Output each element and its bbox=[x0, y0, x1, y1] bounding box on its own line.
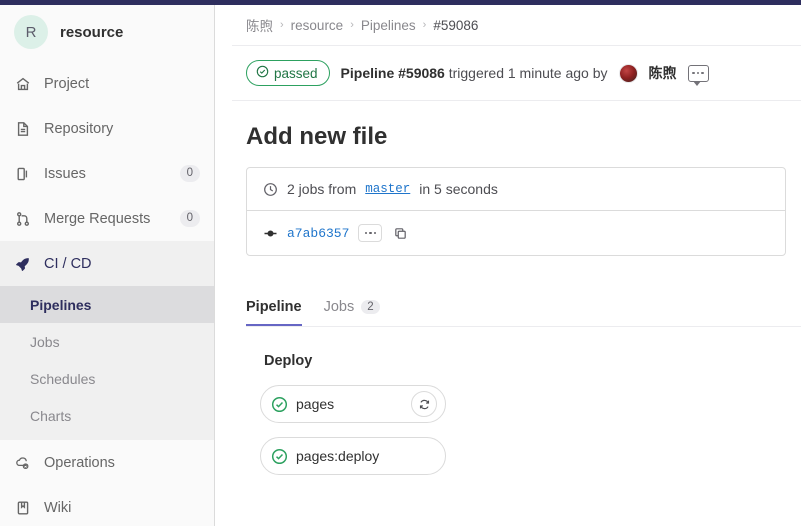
commit-node-icon bbox=[263, 226, 278, 241]
project-name: resource bbox=[60, 23, 124, 41]
sidebar-item-merge-requests[interactable]: Merge Requests 0 bbox=[0, 196, 214, 241]
breadcrumb-item-pipelines[interactable]: Pipelines bbox=[361, 18, 416, 33]
job-pill-pages-deploy[interactable]: pages:deploy bbox=[260, 437, 446, 475]
breadcrumb: 陈煦 › resource › Pipelines › #59086 bbox=[232, 5, 801, 45]
sidebar-item-charts[interactable]: Charts bbox=[0, 397, 214, 434]
sidebar-item-label: Issues bbox=[44, 165, 86, 182]
sidebar-item-issues[interactable]: Issues 0 bbox=[0, 151, 214, 196]
cloud-gear-icon bbox=[14, 454, 32, 472]
tab-label: Pipeline bbox=[246, 299, 302, 315]
check-circle-icon bbox=[256, 65, 269, 81]
pipeline-tabs: Pipeline Jobs 2 bbox=[246, 289, 801, 327]
sidebar-subitem-label: Jobs bbox=[30, 333, 60, 350]
avatar[interactable] bbox=[618, 63, 638, 83]
sidebar-item-project[interactable]: Project bbox=[0, 61, 214, 106]
rocket-icon bbox=[14, 255, 32, 273]
pipeline-graph: Deploy pages pages:deploy bbox=[232, 327, 801, 475]
sidebar-item-label: Repository bbox=[44, 120, 114, 137]
issues-count-badge: 0 bbox=[179, 164, 200, 183]
tab-jobs[interactable]: Jobs 2 bbox=[324, 299, 380, 326]
commit-sha-link[interactable]: a7ab6357 bbox=[287, 226, 349, 241]
sidebar-item-label: Project bbox=[44, 75, 90, 92]
status-badge[interactable]: passed bbox=[246, 60, 330, 86]
job-name: pages:deploy bbox=[296, 448, 380, 464]
status-badge-label: passed bbox=[274, 65, 318, 81]
sidebar-item-label: CI / CD bbox=[44, 255, 92, 272]
pipeline-trigger-text: Pipeline #59086 triggered 1 minute ago b… bbox=[341, 65, 608, 81]
commit-sha-row: a7ab6357 bbox=[247, 210, 785, 255]
main-content: 陈煦 › resource › Pipelines › #59086 passe… bbox=[216, 5, 801, 526]
sidebar-subitem-label: Schedules bbox=[30, 370, 96, 387]
gitlab-pipeline-page: R resource Project Repository Issues 0 M… bbox=[0, 0, 801, 526]
sidebar-project-header[interactable]: R resource bbox=[0, 5, 214, 61]
sidebar-subitem-label: Charts bbox=[30, 407, 72, 424]
tab-label: Jobs bbox=[323, 299, 355, 315]
chevron-right-icon: › bbox=[280, 19, 284, 31]
status-success-icon bbox=[271, 448, 288, 465]
sidebar-subitem-label: Pipelines bbox=[30, 296, 92, 313]
merge-request-icon bbox=[14, 210, 32, 228]
page-title: Add new file bbox=[246, 123, 388, 150]
tab-jobs-count: 2 bbox=[361, 300, 380, 314]
sidebar-item-schedules[interactable]: Schedules bbox=[0, 360, 214, 397]
job-name: pages bbox=[296, 396, 335, 412]
pipeline-info-card: 2 jobs from master in 5 seconds a7ab6357 bbox=[246, 167, 786, 256]
status-success-icon bbox=[271, 396, 288, 413]
tab-pipeline[interactable]: Pipeline bbox=[246, 299, 302, 326]
sidebar: R resource Project Repository Issues 0 M… bbox=[0, 5, 215, 526]
breadcrumb-item-current: #59086 bbox=[433, 17, 479, 33]
chevron-right-icon: › bbox=[350, 19, 354, 31]
jobs-summary-suffix: in 5 seconds bbox=[419, 181, 498, 197]
sidebar-item-ci-cd[interactable]: CI / CD bbox=[0, 241, 214, 286]
sidebar-item-repository[interactable]: Repository bbox=[0, 106, 214, 151]
stage-name-deploy: Deploy bbox=[264, 353, 313, 369]
book-icon bbox=[14, 499, 32, 517]
breadcrumb-item-project[interactable]: resource bbox=[291, 18, 344, 33]
sidebar-item-operations[interactable]: Operations bbox=[0, 440, 214, 485]
chevron-right-icon: › bbox=[422, 19, 427, 31]
jobs-summary-prefix: 2 jobs from bbox=[287, 181, 357, 197]
jobs-summary-row: 2 jobs from master in 5 seconds bbox=[247, 168, 785, 210]
project-avatar: R bbox=[14, 15, 48, 49]
breadcrumb-item-owner[interactable]: 陈煦 bbox=[246, 15, 273, 35]
sidebar-item-jobs[interactable]: Jobs bbox=[0, 323, 214, 360]
sidebar-item-label: Operations bbox=[44, 454, 115, 471]
comment-icon[interactable] bbox=[687, 64, 709, 86]
branch-ref-link[interactable]: master bbox=[365, 182, 410, 196]
issues-icon bbox=[14, 165, 32, 183]
pipeline-trigger-middle: triggered 1 minute ago by bbox=[444, 65, 608, 81]
pipeline-id: #59086 bbox=[398, 65, 445, 81]
home-icon bbox=[14, 75, 32, 93]
sidebar-item-wiki[interactable]: Wiki bbox=[0, 485, 214, 526]
sidebar-item-label: Wiki bbox=[44, 499, 72, 516]
copy-icon[interactable] bbox=[391, 224, 409, 242]
ci-cd-subnav: Pipelines Jobs Schedules Charts bbox=[0, 286, 214, 440]
sidebar-item-label: Merge Requests bbox=[44, 210, 151, 227]
document-icon bbox=[14, 120, 32, 138]
sidebar-item-pipelines[interactable]: Pipelines bbox=[0, 286, 214, 323]
job-pill-pages[interactable]: pages bbox=[260, 385, 446, 423]
pipeline-label: Pipeline bbox=[340, 65, 399, 81]
commit-expand-button[interactable] bbox=[358, 224, 383, 242]
clock-icon bbox=[263, 182, 278, 197]
pipeline-status-row: passed Pipeline #59086 triggered 1 minut… bbox=[232, 46, 801, 101]
merge-requests-count-badge: 0 bbox=[179, 209, 200, 228]
pipeline-user-name[interactable]: 陈煦 bbox=[649, 63, 677, 83]
retry-icon[interactable] bbox=[411, 391, 437, 417]
